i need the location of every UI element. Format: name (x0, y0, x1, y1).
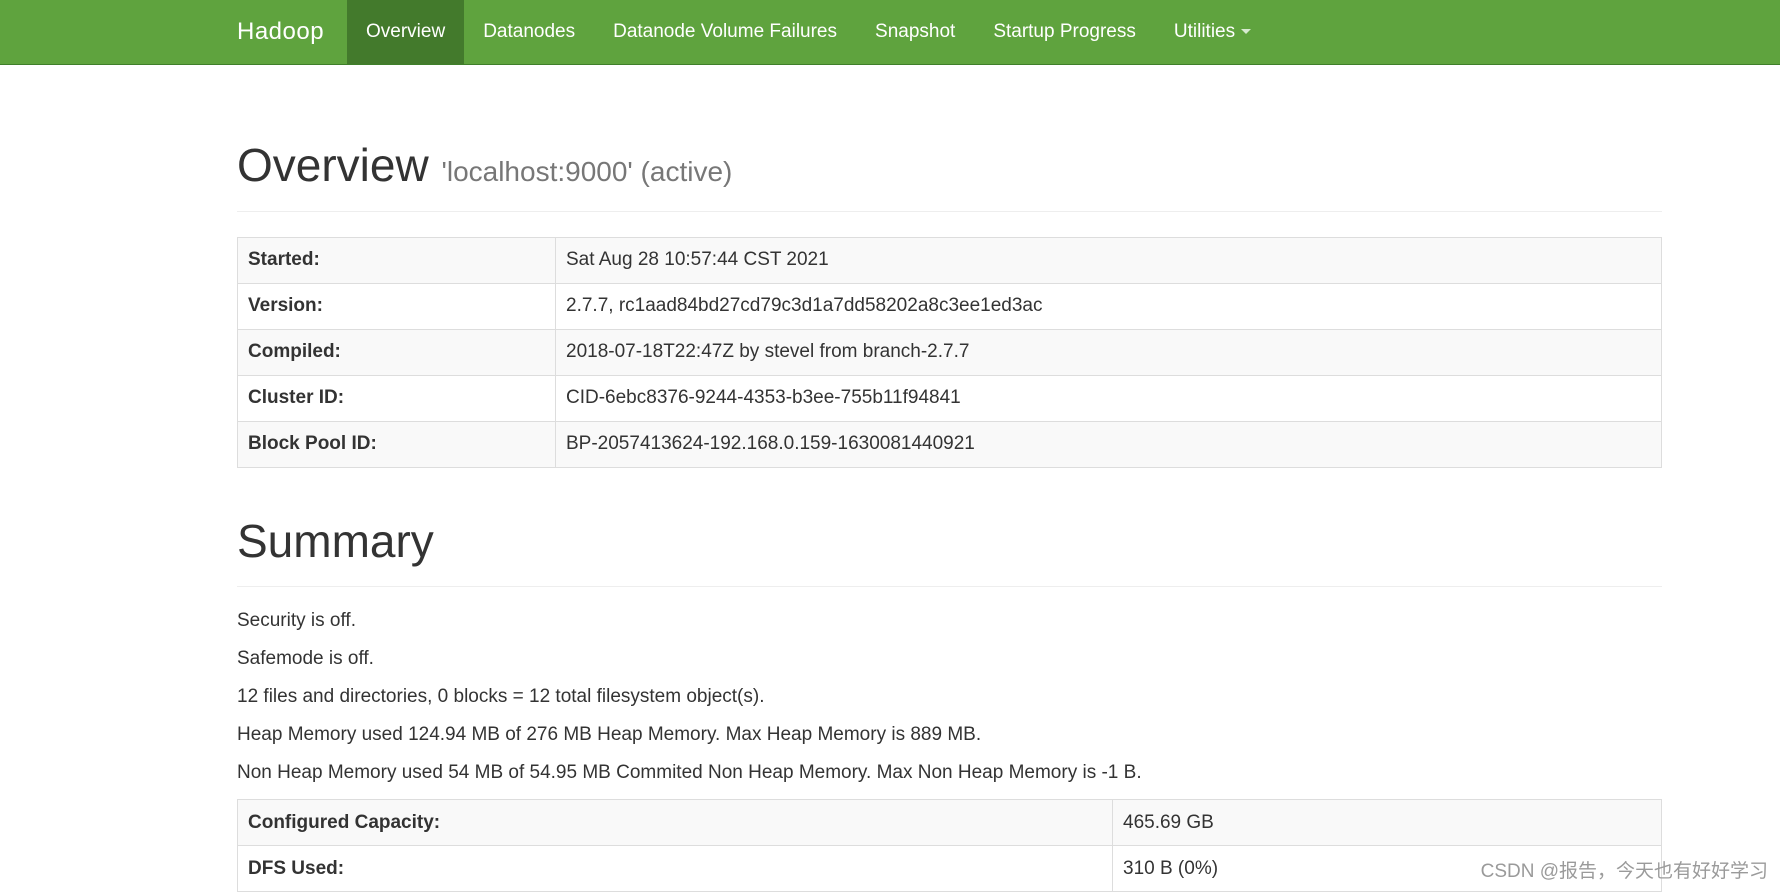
nav-menu: Overview Datanodes Datanode Volume Failu… (347, 0, 1270, 64)
row-key-block-pool-id: Block Pool ID: (238, 421, 556, 467)
overview-table: Started: Sat Aug 28 10:57:44 CST 2021 Ve… (237, 237, 1662, 468)
watermark: CSDN @报告，今天也有好好学习 (1481, 856, 1768, 883)
row-key-cluster-id: Cluster ID: (238, 375, 556, 421)
summary-lines: Security is off. Safemode is off. 12 fil… (237, 609, 1662, 784)
row-key-started: Started: (238, 237, 556, 283)
table-row: Block Pool ID: BP-2057413624-192.168.0.1… (238, 421, 1662, 467)
main-content: Overview 'localhost:9000' (active) Start… (237, 65, 1662, 892)
row-value-cluster-id: CID-6ebc8376-9244-4353-b3ee-755b11f94841 (556, 375, 1662, 421)
overview-subtitle: 'localhost:9000' (active) (442, 156, 733, 187)
nav-item-utilities-label: Utilities (1174, 21, 1235, 42)
table-row: Configured Capacity: 465.69 GB (238, 800, 1662, 846)
heap-memory: Heap Memory used 124.94 MB of 276 MB Hea… (237, 723, 1662, 746)
capacity-table: Configured Capacity: 465.69 GB DFS Used:… (237, 799, 1662, 892)
summary-title: Summary (237, 516, 1662, 567)
overview-title-text: Overview (237, 139, 429, 191)
overview-header: Overview 'localhost:9000' (active) (237, 140, 1662, 212)
nav-item-overview[interactable]: Overview (347, 0, 464, 64)
row-value-started: Sat Aug 28 10:57:44 CST 2021 (556, 237, 1662, 283)
caret-down-icon (1241, 29, 1251, 34)
row-key-configured-capacity: Configured Capacity: (238, 800, 1113, 846)
row-value-block-pool-id: BP-2057413624-192.168.0.159-163008144092… (556, 421, 1662, 467)
safemode-status: Safemode is off. (237, 647, 1662, 670)
row-value-compiled: 2018-07-18T22:47Z by stevel from branch-… (556, 329, 1662, 375)
row-key-version: Version: (238, 283, 556, 329)
row-value-version: 2.7.7, rc1aad84bd27cd79c3d1a7dd58202a8c3… (556, 283, 1662, 329)
non-heap-memory: Non Heap Memory used 54 MB of 54.95 MB C… (237, 761, 1662, 784)
table-row: Started: Sat Aug 28 10:57:44 CST 2021 (238, 237, 1662, 283)
table-row: Cluster ID: CID-6ebc8376-9244-4353-b3ee-… (238, 375, 1662, 421)
row-key-compiled: Compiled: (238, 329, 556, 375)
summary-header: Summary (237, 516, 1662, 588)
nav-item-snapshot[interactable]: Snapshot (856, 0, 974, 64)
nav-item-datanodes[interactable]: Datanodes (464, 0, 594, 64)
brand-logo[interactable]: Hadoop (237, 0, 324, 64)
nav-item-utilities[interactable]: Utilities (1155, 0, 1270, 64)
overview-title: Overview 'localhost:9000' (active) (237, 140, 1662, 191)
nav-item-startup-progress[interactable]: Startup Progress (974, 0, 1155, 64)
table-row: Version: 2.7.7, rc1aad84bd27cd79c3d1a7dd… (238, 283, 1662, 329)
row-key-dfs-used: DFS Used: (238, 846, 1113, 892)
row-value-configured-capacity: 465.69 GB (1113, 800, 1662, 846)
table-row: DFS Used: 310 B (0%) (238, 846, 1662, 892)
top-navbar: Hadoop Overview Datanodes Datanode Volum… (0, 0, 1780, 65)
security-status: Security is off. (237, 609, 1662, 632)
nav-item-datanode-volume-failures[interactable]: Datanode Volume Failures (594, 0, 856, 64)
filesystem-objects: 12 files and directories, 0 blocks = 12 … (237, 685, 1662, 708)
table-row: Compiled: 2018-07-18T22:47Z by stevel fr… (238, 329, 1662, 375)
